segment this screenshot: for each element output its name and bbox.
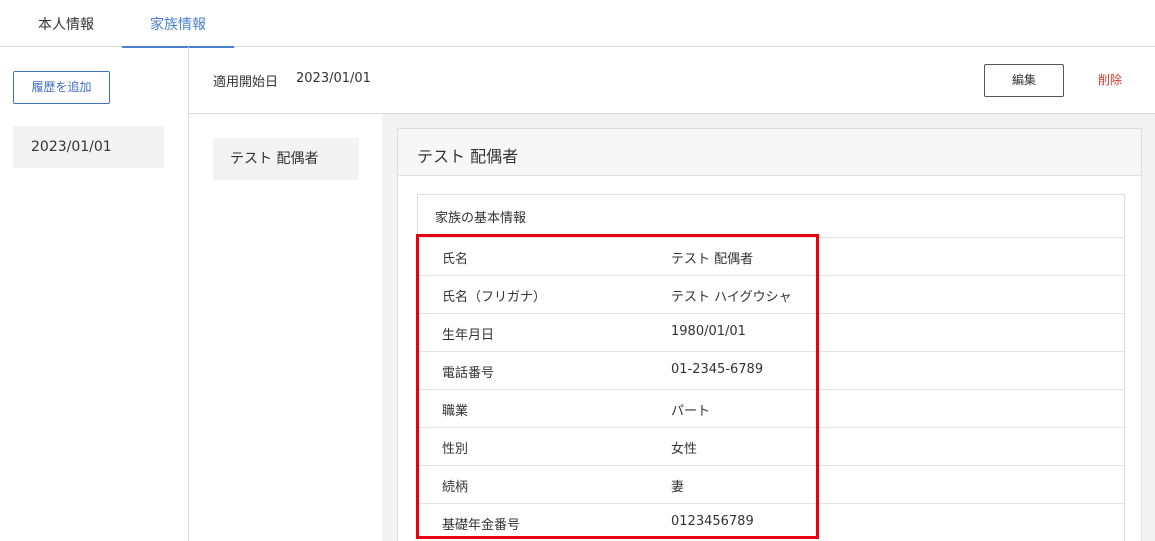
delete-link[interactable]: 削除: [1098, 71, 1122, 88]
card-header: テスト 配偶者: [398, 129, 1141, 176]
row-label: 基礎年金番号: [442, 518, 521, 533]
info-row-gender: 性別 女性: [418, 428, 1124, 466]
info-row-birthdate: 生年月日 1980/01/01: [418, 314, 1124, 352]
row-value: 1980/01/01: [671, 324, 746, 339]
row-label: 生年月日: [442, 328, 495, 343]
row-value: テスト 配偶者: [671, 252, 754, 267]
card-title: テスト 配偶者: [417, 147, 519, 166]
info-row-name: 氏名 テスト 配偶者: [418, 238, 1124, 276]
row-label: 氏名（フリガナ）: [442, 290, 547, 305]
row-value: 01-2345-6789: [671, 362, 764, 377]
row-value: 0123456789: [671, 514, 754, 529]
add-history-button[interactable]: 履歴を追加: [13, 71, 110, 104]
family-member-item[interactable]: テスト 配偶者: [213, 138, 359, 180]
row-value: テスト ハイグウシャ: [671, 290, 792, 305]
detail-header: 適用開始日 2023/01/01 編集 削除: [189, 47, 1155, 114]
row-label: 氏名: [442, 252, 469, 267]
basic-info-section: 家族の基本情報 氏名 テスト 配偶者 氏名（フリガナ） テスト ハイグウシャ 生…: [417, 194, 1125, 541]
info-row-occupation: 職業 パート: [418, 390, 1124, 428]
tab-family-info[interactable]: 家族情報: [122, 0, 234, 48]
history-item[interactable]: 2023/01/01: [13, 126, 164, 168]
row-label: 続柄: [442, 480, 469, 495]
info-row-furigana: 氏名（フリガナ） テスト ハイグウシャ: [418, 276, 1124, 314]
family-member-card: テスト 配偶者 家族の基本情報 氏名 テスト 配偶者 氏名（フリガナ） テスト …: [397, 128, 1142, 541]
row-label: 性別: [442, 442, 469, 457]
info-row-relationship: 続柄 妻: [418, 466, 1124, 504]
row-value: 女性: [671, 442, 698, 457]
info-row-phone: 電話番号 01-2345-6789: [418, 352, 1124, 390]
tab-personal-info[interactable]: 本人情報: [10, 0, 122, 47]
row-value: パート: [671, 404, 711, 419]
start-date-value: 2023/01/01: [296, 71, 371, 86]
row-label: 電話番号: [442, 366, 495, 381]
row-value: 妻: [671, 480, 685, 495]
row-label: 職業: [442, 404, 469, 419]
section-title: 家族の基本情報: [435, 211, 527, 226]
info-rows: 氏名 テスト 配偶者 氏名（フリガナ） テスト ハイグウシャ 生年月日 1980…: [418, 238, 1124, 541]
history-sidebar: 履歴を追加 2023/01/01: [0, 47, 189, 541]
edit-button[interactable]: 編集: [984, 64, 1064, 97]
tab-bar: 本人情報 家族情報: [0, 0, 1155, 48]
info-row-pension-number: 基礎年金番号 0123456789: [418, 504, 1124, 541]
start-date-label: 適用開始日: [213, 75, 279, 90]
